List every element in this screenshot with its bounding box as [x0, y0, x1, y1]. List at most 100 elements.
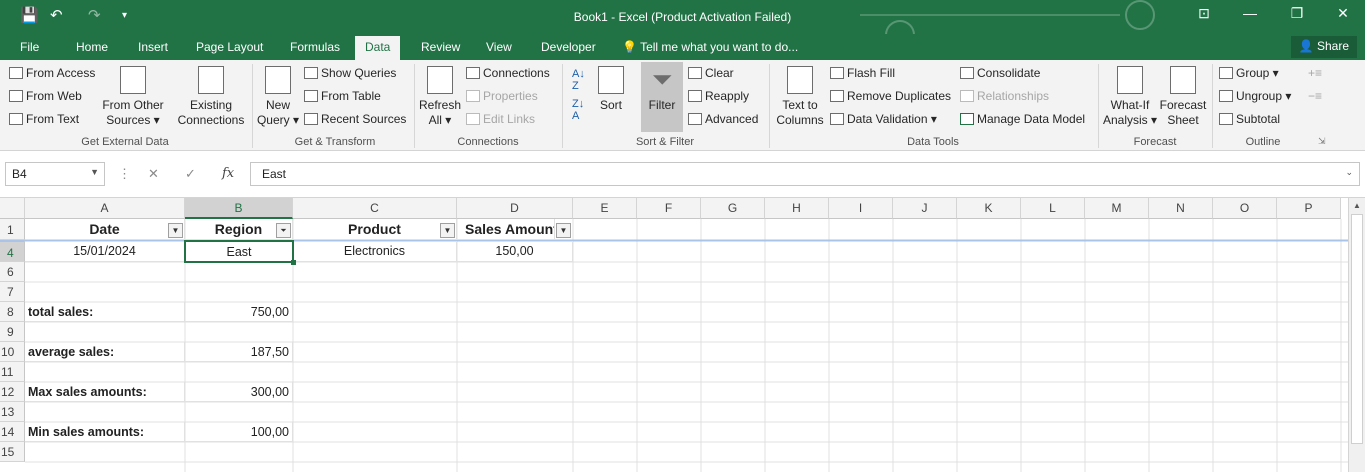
column-header-d[interactable]: D: [457, 198, 573, 219]
from-other-sources-button[interactable]: From Other Sources ▾: [100, 66, 166, 128]
text-to-columns-button[interactable]: Text to Columns: [775, 66, 825, 128]
minimize-icon[interactable]: —: [1235, 5, 1265, 21]
enter-check-icon[interactable]: ✓: [185, 166, 196, 182]
reapply-button[interactable]: Reapply: [688, 89, 749, 103]
show-queries-button[interactable]: Show Queries: [304, 66, 396, 80]
from-access-button[interactable]: From Access: [9, 66, 95, 80]
tab-home[interactable]: Home: [76, 40, 108, 54]
tab-developer[interactable]: Developer: [541, 40, 596, 54]
value-average-sales[interactable]: 187,50: [185, 342, 293, 362]
forecast-sheet-button[interactable]: Forecast Sheet: [1158, 66, 1208, 128]
tab-insert[interactable]: Insert: [138, 40, 168, 54]
label-min-sales[interactable]: Min sales amounts:: [25, 422, 185, 442]
label-total-sales[interactable]: total sales:: [25, 302, 185, 322]
header-cell-product[interactable]: Product: [293, 219, 457, 240]
show-detail-icon[interactable]: +≡: [1308, 66, 1322, 80]
filter-dropdown-icon[interactable]: ▼: [556, 223, 571, 238]
hide-detail-icon[interactable]: −≡: [1308, 89, 1322, 103]
formula-input[interactable]: East ⌄: [250, 162, 1360, 186]
ungroup-button[interactable]: Ungroup ▾: [1219, 89, 1291, 103]
column-header-e[interactable]: E: [573, 198, 637, 219]
cell-b4-selected[interactable]: East: [184, 240, 294, 263]
column-header-n[interactable]: N: [1149, 198, 1213, 219]
row-header[interactable]: 11: [0, 362, 25, 382]
manage-data-model-button[interactable]: Manage Data Model: [960, 112, 1085, 126]
from-text-button[interactable]: From Text: [9, 112, 79, 126]
advanced-button[interactable]: Advanced: [688, 112, 758, 126]
fill-handle[interactable]: [291, 260, 296, 265]
tell-me-search[interactable]: 💡 Tell me what you want to do...: [622, 40, 798, 54]
value-max-sales[interactable]: 300,00: [185, 382, 293, 402]
scroll-thumb[interactable]: [1351, 214, 1363, 444]
new-query-button[interactable]: New Query ▾: [256, 66, 300, 128]
row-header[interactable]: 15: [0, 442, 25, 462]
dialog-launcher-icon[interactable]: ⇲: [1318, 136, 1326, 147]
ribbon-display-icon[interactable]: ⊡: [1189, 5, 1219, 22]
column-header-b[interactable]: B: [185, 198, 293, 219]
from-web-button[interactable]: From Web: [9, 89, 82, 103]
column-header-a[interactable]: A: [25, 198, 185, 219]
value-min-sales[interactable]: 100,00: [185, 422, 293, 442]
vertical-scrollbar[interactable]: ▲: [1348, 198, 1365, 472]
header-cell-date[interactable]: Date: [25, 219, 185, 240]
data-validation-button[interactable]: Data Validation ▾: [830, 112, 937, 126]
recent-sources-button[interactable]: Recent Sources: [304, 112, 406, 126]
tab-page-layout[interactable]: Page Layout: [196, 40, 263, 54]
column-header-h[interactable]: H: [765, 198, 829, 219]
label-max-sales[interactable]: Max sales amounts:: [25, 382, 185, 402]
from-table-button[interactable]: From Table: [304, 89, 381, 103]
column-header-p[interactable]: P: [1277, 198, 1341, 219]
scroll-up-icon[interactable]: ▲: [1349, 198, 1365, 210]
column-header-m[interactable]: M: [1085, 198, 1149, 219]
row-header[interactable]: 6: [0, 262, 25, 282]
row-header[interactable]: 14: [0, 422, 25, 442]
tab-view[interactable]: View: [486, 40, 512, 54]
header-cell-sales-amount[interactable]: Sales Amount: [457, 219, 555, 240]
label-average-sales[interactable]: average sales:: [25, 342, 185, 362]
column-header-f[interactable]: F: [637, 198, 701, 219]
row-header[interactable]: 4: [0, 240, 25, 262]
tab-review[interactable]: Review: [421, 40, 460, 54]
tab-formulas[interactable]: Formulas: [290, 40, 340, 54]
tab-data[interactable]: Data: [355, 36, 401, 60]
properties-button[interactable]: Properties: [466, 89, 538, 103]
cell-a4[interactable]: 15/01/2024: [25, 241, 185, 262]
row-header[interactable]: 13: [0, 402, 25, 422]
filter-dropdown-icon[interactable]: ▼: [440, 223, 455, 238]
filter-button[interactable]: ⏷ Filter: [641, 66, 683, 113]
row-header[interactable]: 1: [0, 219, 25, 240]
flash-fill-button[interactable]: Flash Fill: [830, 66, 895, 80]
cell-c4[interactable]: Electronics: [293, 241, 457, 262]
row-header[interactable]: 7: [0, 282, 25, 302]
filter-dropdown-icon[interactable]: ▼: [168, 223, 183, 238]
group-button[interactable]: Group ▾: [1219, 66, 1279, 80]
row-header[interactable]: 8: [0, 302, 25, 322]
column-header-c[interactable]: C: [293, 198, 457, 219]
column-header-i[interactable]: I: [829, 198, 893, 219]
consolidate-button[interactable]: Consolidate: [960, 66, 1040, 80]
row-header[interactable]: 9: [0, 322, 25, 342]
column-header-j[interactable]: J: [893, 198, 957, 219]
restore-icon[interactable]: ❐: [1282, 5, 1312, 22]
connections-button[interactable]: Connections: [466, 66, 550, 80]
sort-button[interactable]: Sort: [594, 66, 628, 113]
sort-az-icon[interactable]: A↓ Z: [572, 68, 585, 92]
what-if-analysis-button[interactable]: What-If Analysis ▾: [1102, 66, 1158, 128]
close-icon[interactable]: ✕: [1328, 5, 1358, 22]
chevron-down-icon[interactable]: ▼: [90, 167, 99, 177]
tab-file[interactable]: File: [20, 40, 39, 54]
edit-links-button[interactable]: Edit Links: [466, 112, 535, 126]
remove-duplicates-button[interactable]: Remove Duplicates: [830, 89, 951, 103]
refresh-all-button[interactable]: Refresh All ▾: [418, 66, 462, 128]
value-total-sales[interactable]: 750,00: [185, 302, 293, 322]
filter-applied-icon[interactable]: ⏷: [276, 223, 291, 238]
existing-connections-button[interactable]: Existing Connections: [176, 66, 246, 128]
column-header-g[interactable]: G: [701, 198, 765, 219]
select-all-corner[interactable]: [0, 198, 25, 219]
share-button[interactable]: 👤 Share: [1290, 36, 1357, 58]
row-header[interactable]: 10: [0, 342, 25, 362]
column-header-k[interactable]: K: [957, 198, 1021, 219]
row-header[interactable]: 12: [0, 382, 25, 402]
sort-za-icon[interactable]: Z↓ A: [572, 98, 584, 122]
relationships-button[interactable]: Relationships: [960, 89, 1049, 103]
